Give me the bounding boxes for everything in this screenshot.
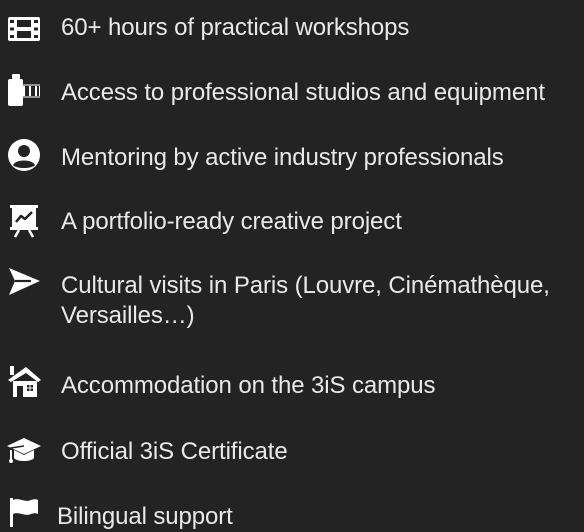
presentation-chart-icon (6, 205, 42, 238)
house-icon (6, 365, 42, 397)
feature-text: Access to professional studios and equip… (61, 79, 545, 106)
graduation-cap-icon (6, 435, 42, 467)
camera-film-icon (6, 74, 42, 106)
feature-text: Cultural visits in Paris (Louvre, Cinéma… (61, 272, 550, 329)
user-circle-icon (6, 139, 42, 171)
feature-text: Accommodation on the 3iS campus (61, 372, 436, 399)
feature-text: 60+ hours of practical workshops (61, 14, 410, 41)
feature-text: Official 3iS Certificate (61, 438, 288, 465)
film-icon (6, 13, 42, 45)
paper-plane-icon (6, 266, 42, 298)
flag-icon (6, 496, 42, 528)
feature-text: Mentoring by active industry professiona… (61, 144, 504, 171)
feature-text: A portfolio-ready creative project (61, 208, 402, 235)
feature-text: Bilingual support (57, 503, 233, 530)
